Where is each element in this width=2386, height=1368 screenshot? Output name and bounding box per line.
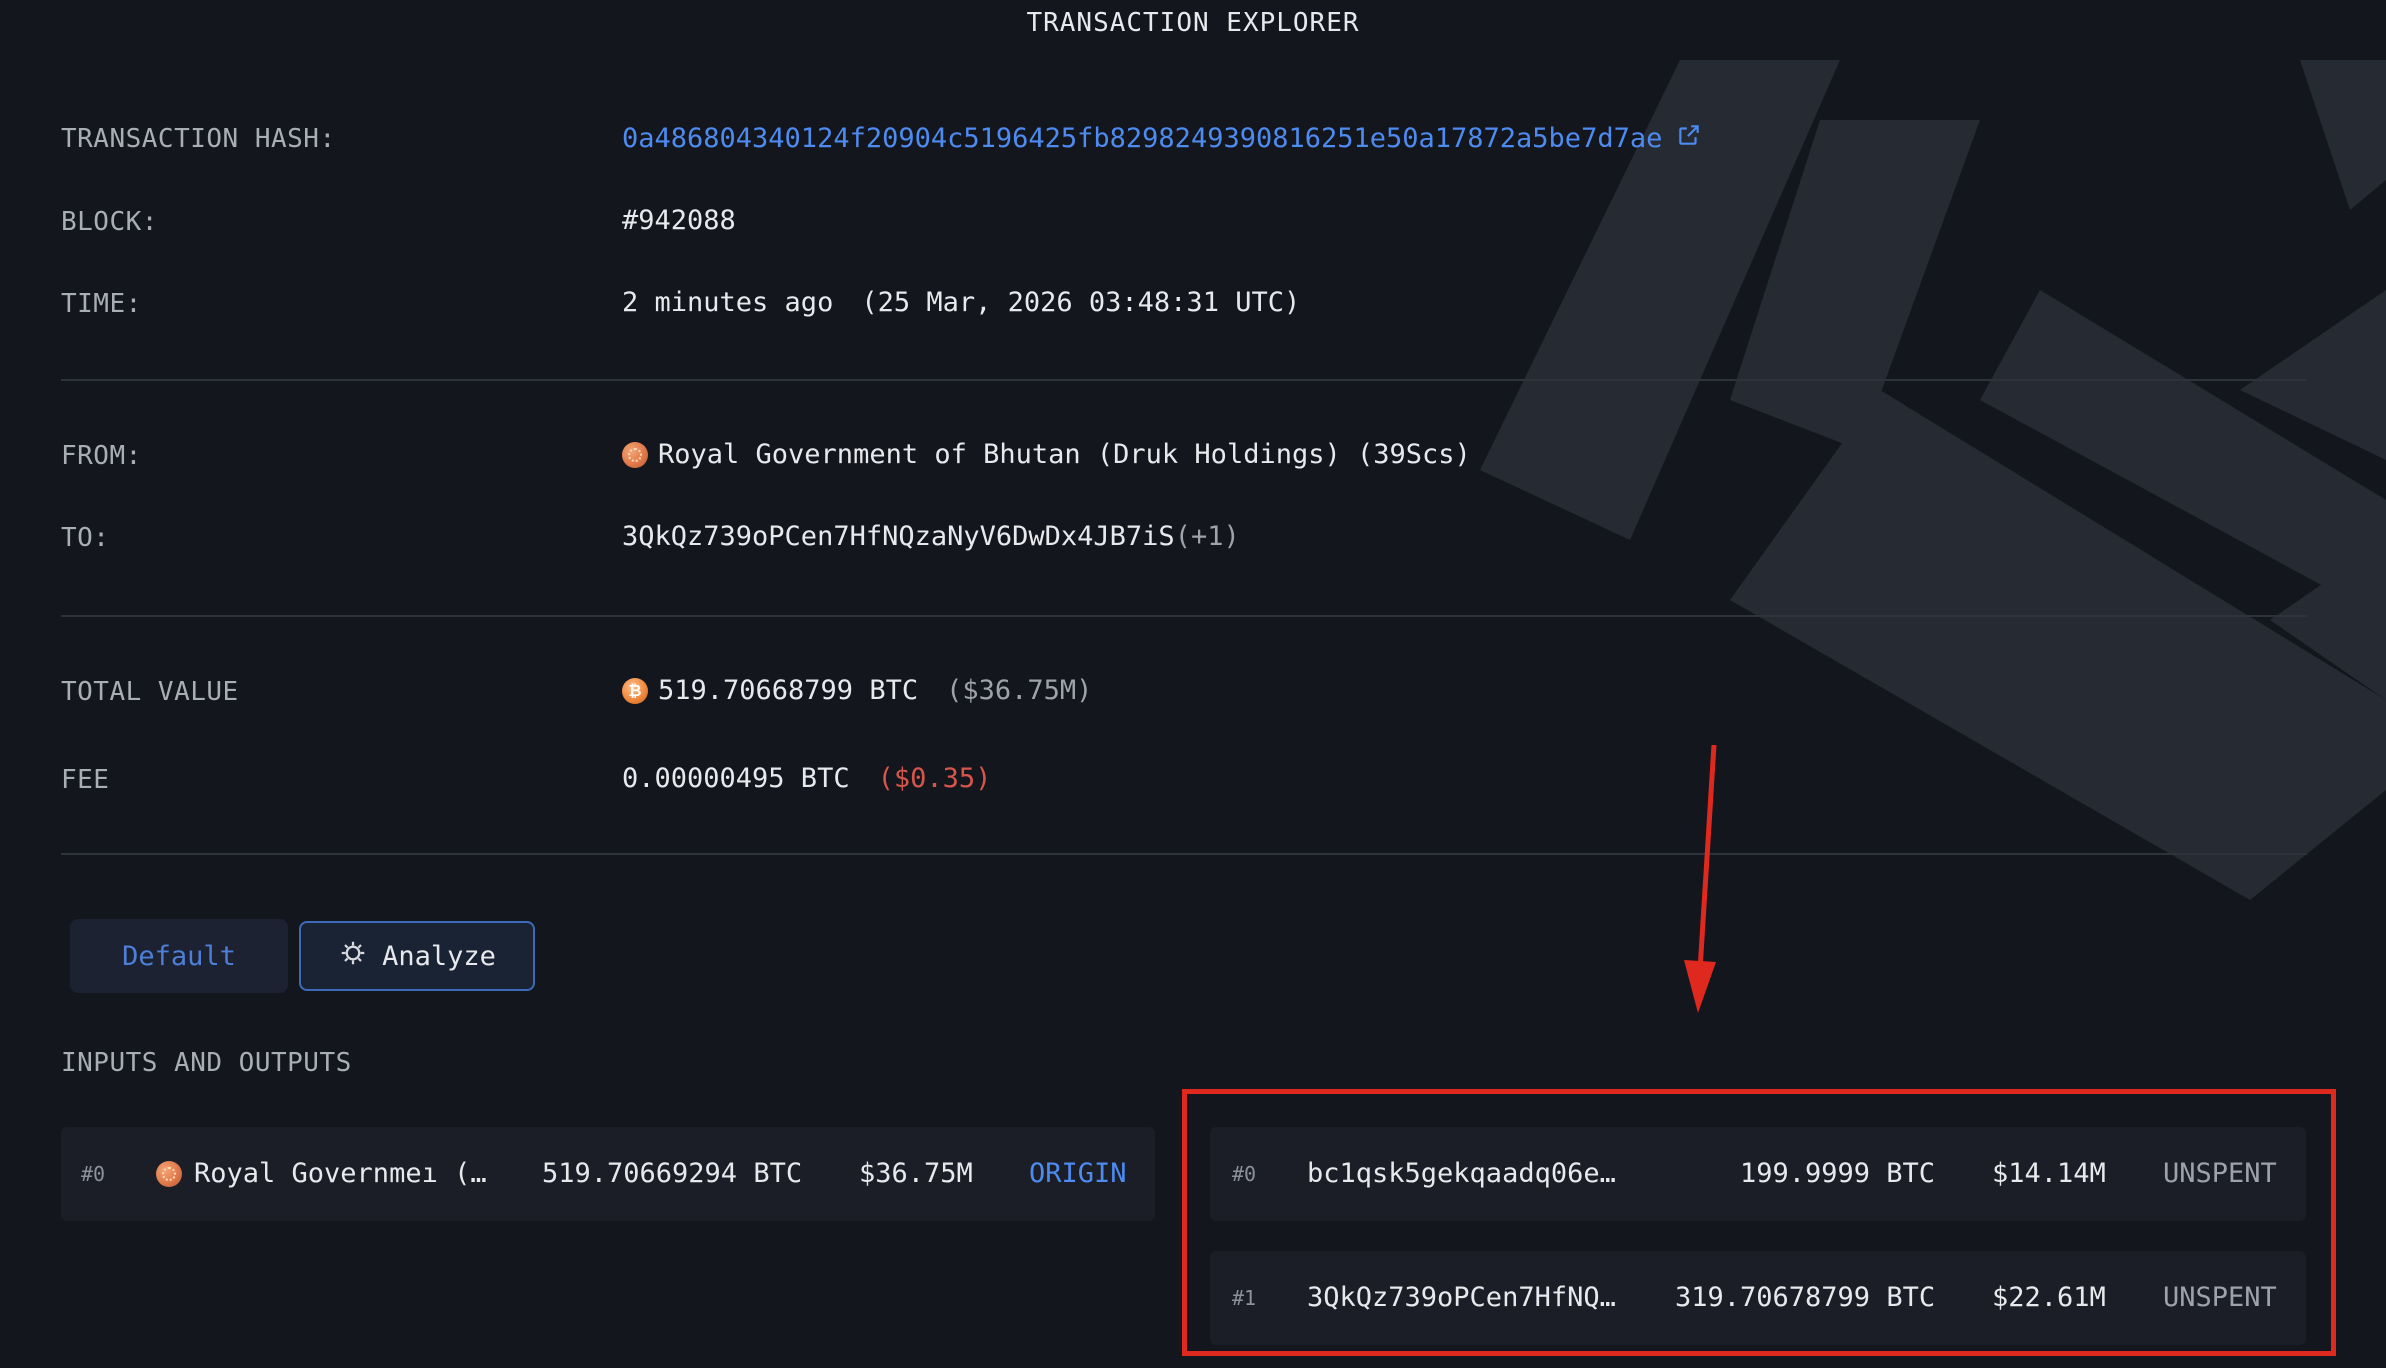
- to-label: TO:: [61, 523, 110, 553]
- time-label: TIME:: [61, 289, 142, 319]
- page-title: TRANSACTION EXPLORER: [1026, 8, 1360, 38]
- to-address[interactable]: 3QkQz739oPCen7HfNQzaNyV6DwDx4JB7iS: [622, 521, 1175, 552]
- tab-default[interactable]: Default: [70, 919, 288, 993]
- analyze-icon: [338, 938, 368, 975]
- fee-label: FEE: [61, 765, 110, 795]
- time-relative: 2 minutes ago: [622, 287, 834, 318]
- divider: [61, 615, 2307, 617]
- to-extra-count[interactable]: (+1): [1175, 521, 1240, 552]
- from-entity[interactable]: Royal Government of Bhutan (Druk Holding…: [658, 439, 1471, 470]
- external-link-icon[interactable]: [1676, 122, 1702, 155]
- bhutan-entity-icon: [156, 1161, 182, 1187]
- tab-analyze[interactable]: Analyze: [299, 921, 535, 991]
- transaction-explorer-page: TRANSACTION EXPLORER TRANSACTION HASH: 0…: [0, 0, 2386, 1368]
- time-row: 2 minutes ago (25 Mar, 2026 03:48:31 UTC…: [622, 287, 1300, 318]
- total-value-label: TOTAL VALUE: [61, 677, 239, 707]
- input-usd: $36.75M: [859, 1158, 973, 1189]
- from-label: FROM:: [61, 441, 142, 471]
- input-status: ORIGIN: [1029, 1158, 1127, 1189]
- inputs-outputs-heading: INPUTS AND OUTPUTS: [61, 1048, 352, 1078]
- annotation-arrow: [1684, 745, 1717, 1013]
- background-logo-watermark: [1480, 60, 2386, 900]
- divider: [61, 379, 2307, 381]
- annotation-highlight-box: [1182, 1089, 2336, 1356]
- input-amount: 519.70669294 BTC: [542, 1158, 803, 1189]
- transaction-hash-link[interactable]: 0a486804340124f20904c5196425fb8298249390…: [622, 123, 1662, 154]
- to-row: 3QkQz739oPCen7HfNQzaNyV6DwDx4JB7iS (+1): [622, 521, 1240, 552]
- total-value-btc: 519.70668799 BTC: [658, 675, 919, 706]
- input-entity[interactable]: Royal Governmeı (…: [194, 1127, 487, 1221]
- bitcoin-icon: ₿: [622, 677, 648, 704]
- total-value-row: ₿ 519.70668799 BTC ($36.75M): [622, 675, 1092, 706]
- divider: [61, 853, 2307, 855]
- fee-usd: ($0.35): [877, 763, 992, 794]
- fee-row: 0.00000495 BTC ($0.35): [622, 763, 991, 794]
- tab-analyze-label: Analyze: [382, 940, 496, 972]
- block-label: BLOCK:: [61, 207, 158, 237]
- total-value-usd: ($36.75M): [946, 675, 1093, 706]
- from-row[interactable]: Royal Government of Bhutan (Druk Holding…: [622, 439, 1471, 470]
- input-row[interactable]: #0 Royal Governmeı (… 519.70669294 BTC $…: [61, 1127, 1155, 1221]
- hash-label: TRANSACTION HASH:: [61, 124, 336, 154]
- hash-row: 0a486804340124f20904c5196425fb8298249390…: [622, 122, 1702, 155]
- bhutan-entity-icon: [622, 441, 648, 468]
- input-index: #0: [81, 1162, 106, 1186]
- fee-btc: 0.00000495 BTC: [622, 763, 850, 794]
- time-absolute: (25 Mar, 2026 03:48:31 UTC): [861, 287, 1301, 318]
- block-value[interactable]: #942088: [622, 205, 736, 236]
